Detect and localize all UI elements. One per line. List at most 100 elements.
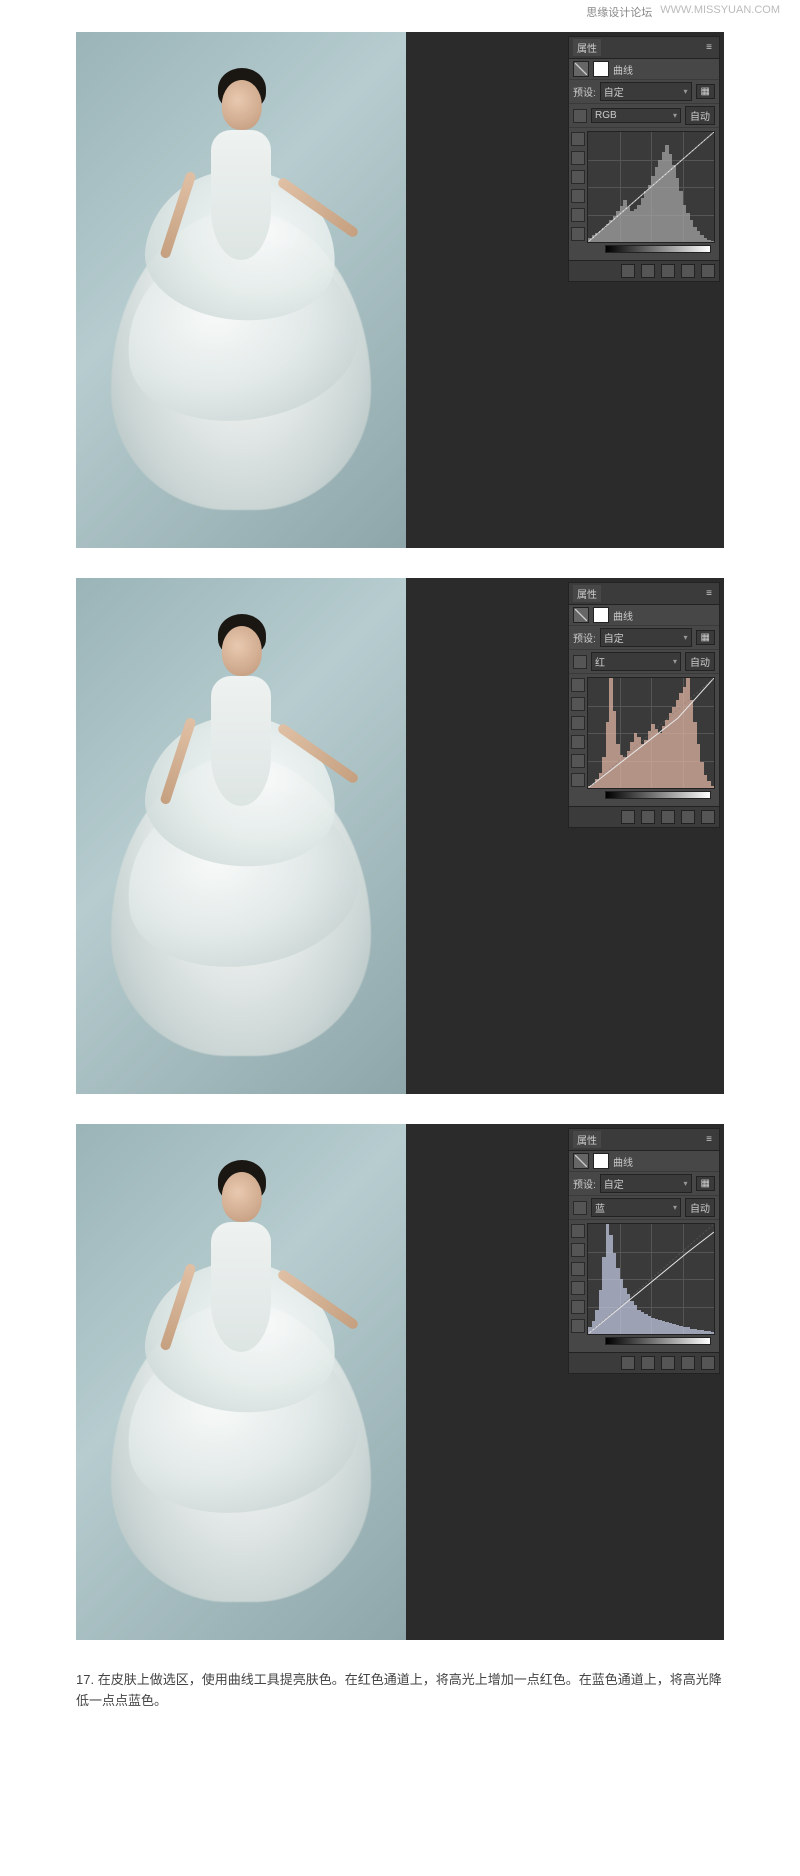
trash-icon[interactable] [701, 264, 715, 278]
eyedropper-white-icon[interactable] [571, 1262, 585, 1276]
view-previous-icon[interactable] [641, 810, 655, 824]
reset-icon[interactable] [661, 264, 675, 278]
channel-row: RGB▾ 自动 [569, 104, 719, 128]
panel-menu-icon[interactable]: ≡ [703, 588, 715, 599]
document-canvas[interactable] [76, 32, 406, 548]
panel-tab-properties[interactable]: 属性 [573, 39, 601, 56]
channel-row: 红▾自动 [569, 650, 719, 674]
view-previous-icon[interactable] [641, 1356, 655, 1370]
curves-icon [573, 61, 589, 77]
preset-label: 预设: [573, 630, 596, 645]
target-adjust-icon[interactable] [573, 1201, 587, 1215]
visibility-icon[interactable] [681, 264, 695, 278]
preset-label: 预设: [573, 1176, 596, 1191]
input-range-slider[interactable] [605, 1337, 711, 1345]
curves-histogram[interactable] [587, 1223, 715, 1335]
reset-icon[interactable] [661, 810, 675, 824]
curve-line[interactable] [588, 678, 714, 788]
auto-button[interactable]: 自动 [685, 106, 715, 125]
chevron-down-icon: ▾ [684, 633, 688, 642]
chevron-down-icon: ▾ [673, 657, 677, 666]
eyedropper-white-icon[interactable] [571, 716, 585, 730]
curves-icon [573, 1153, 589, 1169]
mask-icon[interactable] [593, 607, 609, 623]
reset-icon[interactable] [661, 1356, 675, 1370]
panel-header: 属性 ≡ [569, 1129, 719, 1151]
clip-to-layer-icon[interactable] [621, 810, 635, 824]
view-previous-icon[interactable] [641, 264, 655, 278]
clip-to-layer-icon[interactable] [621, 264, 635, 278]
document-canvas[interactable] [76, 1124, 406, 1640]
smooth-icon[interactable] [571, 208, 585, 222]
adjustment-label: 曲线 [613, 62, 633, 77]
channel-dropdown[interactable]: 红▾ [591, 652, 681, 671]
adjustment-type-row: 曲线 [569, 605, 719, 626]
clip-icon[interactable] [571, 773, 585, 787]
preset-extra-button[interactable]: ▦ [696, 84, 715, 99]
curves-histogram[interactable] [587, 677, 715, 789]
workspace-background: 属性≡曲线预设:自定▾▦蓝▾自动 [406, 1124, 724, 1640]
input-range-slider[interactable] [605, 791, 711, 799]
eyedropper-black-icon[interactable] [571, 1224, 585, 1238]
adjustment-label: 曲线 [613, 1154, 633, 1169]
preset-value: 自定 [604, 84, 624, 99]
panel-tab-properties[interactable]: 属性 [573, 585, 601, 602]
pencil-icon[interactable] [571, 1281, 585, 1295]
target-adjust-icon[interactable] [573, 109, 587, 123]
curve-line[interactable] [588, 1224, 714, 1334]
auto-button[interactable]: 自动 [685, 652, 715, 671]
channel-row: 蓝▾自动 [569, 1196, 719, 1220]
panel-menu-icon[interactable]: ≡ [703, 1134, 715, 1145]
channel-value: 红 [595, 654, 605, 669]
panel-tab-properties[interactable]: 属性 [573, 1131, 601, 1148]
channel-value: RGB [595, 110, 617, 121]
eyedropper-white-icon[interactable] [571, 170, 585, 184]
workspace-background: 属性≡曲线预设:自定▾▦红▾自动 [406, 578, 724, 1094]
eyedropper-black-icon[interactable] [571, 678, 585, 692]
smooth-icon[interactable] [571, 1300, 585, 1314]
visibility-icon[interactable] [681, 1356, 695, 1370]
adjustment-type-row: 曲线 [569, 1151, 719, 1172]
mask-icon[interactable] [593, 61, 609, 77]
chevron-down-icon: ▾ [684, 1179, 688, 1188]
channel-dropdown[interactable]: 蓝▾ [591, 1198, 681, 1217]
eyedropper-gray-icon[interactable] [571, 151, 585, 165]
mask-icon[interactable] [593, 1153, 609, 1169]
trash-icon[interactable] [701, 810, 715, 824]
preset-dropdown[interactable]: 自定▾ [600, 1174, 692, 1193]
clip-to-layer-icon[interactable] [621, 1356, 635, 1370]
preset-dropdown[interactable]: 自定 ▾ [600, 628, 692, 647]
curve-tools [569, 1220, 587, 1352]
document-canvas[interactable] [76, 578, 406, 1094]
preset-extra-button[interactable]: ▦ [696, 1176, 715, 1191]
channel-value: 蓝 [595, 1200, 605, 1215]
preset-value: 自定 [604, 630, 624, 645]
eyedropper-black-icon[interactable] [571, 132, 585, 146]
clip-icon[interactable] [571, 1319, 585, 1333]
panel-footer [569, 806, 719, 827]
clip-icon[interactable] [571, 227, 585, 241]
pencil-icon[interactable] [571, 735, 585, 749]
curves-histogram[interactable] [587, 131, 715, 243]
photoshop-window: 属性≡曲线预设:自定▾▦蓝▾自动 [76, 1124, 724, 1640]
photoshop-window: 属性≡曲线预设:自定▾▦RGB▾自动 [76, 32, 724, 548]
target-adjust-icon[interactable] [573, 655, 587, 669]
preset-dropdown[interactable]: 自定▾ [600, 82, 692, 101]
pencil-icon[interactable] [571, 189, 585, 203]
eyedropper-gray-icon[interactable] [571, 697, 585, 711]
properties-panel: 属性≡曲线预设:自定▾▦RGB▾自动 [568, 36, 720, 282]
curves-graph-area [569, 128, 719, 260]
preset-extra-button[interactable]: ▦ [696, 630, 715, 645]
curve-line[interactable] [588, 132, 714, 242]
photoshop-window: 属性≡曲线预设:自定▾▦红▾自动 [76, 578, 724, 1094]
auto-button[interactable]: 自动 [685, 1198, 715, 1217]
smooth-icon[interactable] [571, 754, 585, 768]
eyedropper-gray-icon[interactable] [571, 1243, 585, 1257]
trash-icon[interactable] [701, 1356, 715, 1370]
panel-menu-icon[interactable]: ≡ [703, 42, 715, 53]
visibility-icon[interactable] [681, 810, 695, 824]
input-range-slider[interactable] [605, 245, 711, 253]
curves-graph-area [569, 674, 719, 806]
panel-footer [569, 1352, 719, 1373]
channel-dropdown[interactable]: RGB▾ [591, 108, 681, 123]
